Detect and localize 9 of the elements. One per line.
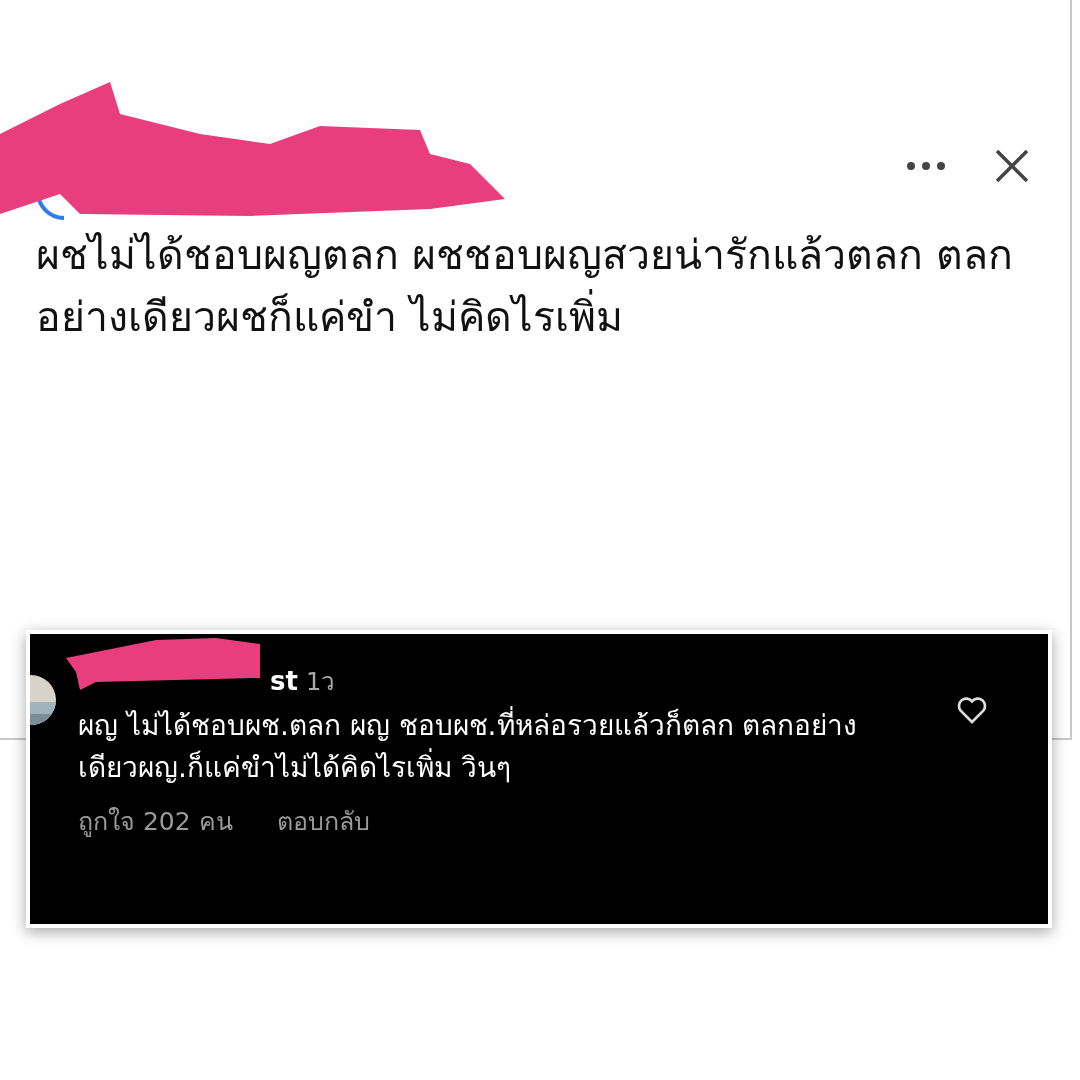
username[interactable]: st bbox=[270, 662, 298, 701]
heart-icon[interactable] bbox=[956, 695, 988, 725]
comment-time: 1ว bbox=[305, 667, 335, 698]
comment-text: ผญ ไม่ได้ชอบผช.ตลก ผญ ชอบผช.ที่หล่อรวยแล้วก็ตลก ตลกอย่างเดียวผญ.ก็แค่ขำไม่ได้คิดไรเพิ่ม วินๆ bbox=[78, 705, 888, 789]
post-text: ผชไม่ได้ชอบผญตลก ผชชอบผญสวยน่ารักแล้วตลก ตลกอย่างเดียวผชก็แค่ขำ ไม่คิดไรเพิ่ม bbox=[36, 230, 1015, 343]
more-icon[interactable] bbox=[906, 161, 946, 171]
like-count[interactable]: ถูกใจ 202 คน bbox=[78, 803, 233, 841]
reply-link[interactable]: ตอบกลับ bbox=[276, 803, 370, 841]
close-icon[interactable] bbox=[994, 148, 1030, 184]
